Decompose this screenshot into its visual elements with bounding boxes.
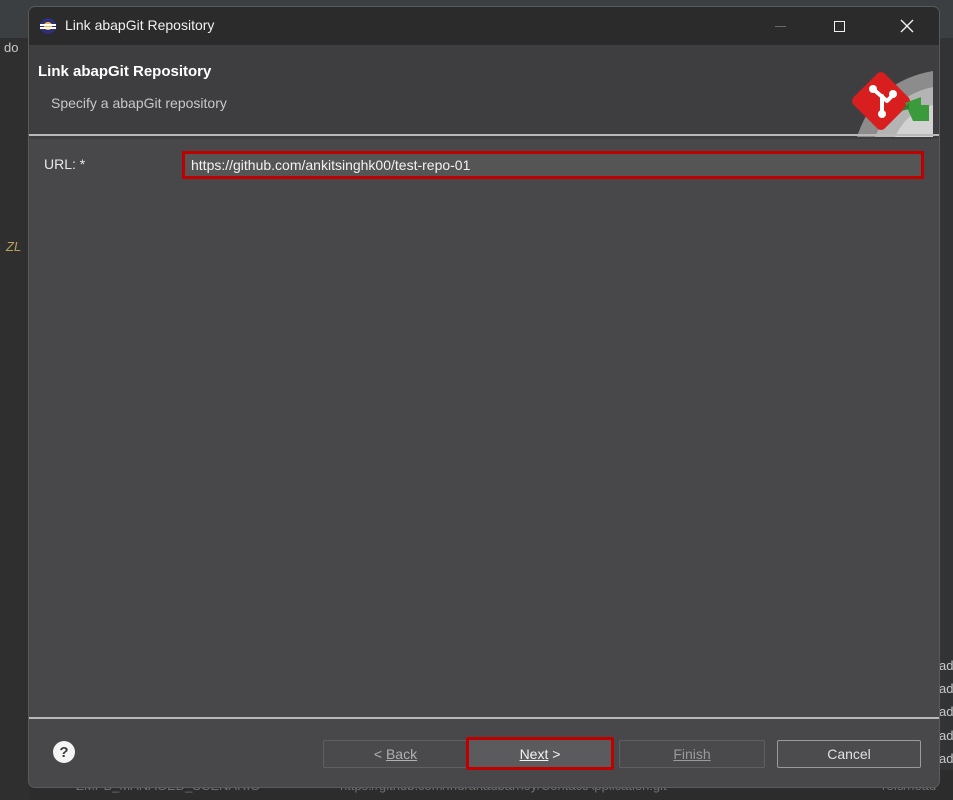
link-abapgit-dialog: Link abapGit Repository Link abapGit Rep… (29, 7, 939, 787)
next-suffix: > (548, 745, 561, 762)
ide-text-fragment: ad (939, 751, 953, 766)
ide-text-fragment: ad (939, 728, 953, 743)
back-label: Back (385, 746, 418, 762)
url-label: URL: * (44, 156, 86, 172)
back-prefix: < (373, 746, 386, 762)
abapgit-banner-icon (851, 71, 933, 137)
wizard-subtitle: Specify a abapGit repository (51, 95, 227, 111)
ide-left-panel (0, 38, 30, 800)
minimize-icon (774, 25, 786, 27)
close-icon (900, 19, 914, 33)
ide-text-fragment: ad (939, 704, 953, 719)
next-button[interactable]: Next > (466, 737, 614, 770)
ide-text-fragment: ad (939, 658, 953, 673)
next-label: Next (519, 745, 549, 762)
window-title: Link abapGit Repository (65, 17, 215, 33)
finish-button[interactable]: Finish (619, 740, 765, 768)
wizard-header: Link abapGit Repository Specify a abapGi… (29, 45, 939, 139)
ide-text-fragment: ad (939, 681, 953, 696)
footer-separator (29, 717, 939, 719)
cancel-button[interactable]: Cancel (777, 740, 921, 768)
close-button[interactable] (884, 7, 930, 45)
finish-label: Finish (673, 746, 711, 762)
eclipse-app-icon (40, 18, 56, 34)
help-icon[interactable]: ? (53, 741, 75, 763)
maximize-button[interactable] (816, 7, 862, 45)
header-separator (29, 134, 939, 136)
dialog-titlebar: Link abapGit Repository (29, 7, 939, 45)
ide-text-fragment: ZL (6, 239, 22, 254)
back-button[interactable]: < Back (323, 740, 468, 768)
wizard-title: Link abapGit Repository (38, 63, 212, 80)
url-input[interactable] (182, 151, 924, 179)
cancel-label: Cancel (827, 746, 871, 762)
maximize-icon (833, 20, 845, 32)
ide-text-fragment: do (4, 40, 19, 55)
minimize-button[interactable] (757, 7, 803, 45)
